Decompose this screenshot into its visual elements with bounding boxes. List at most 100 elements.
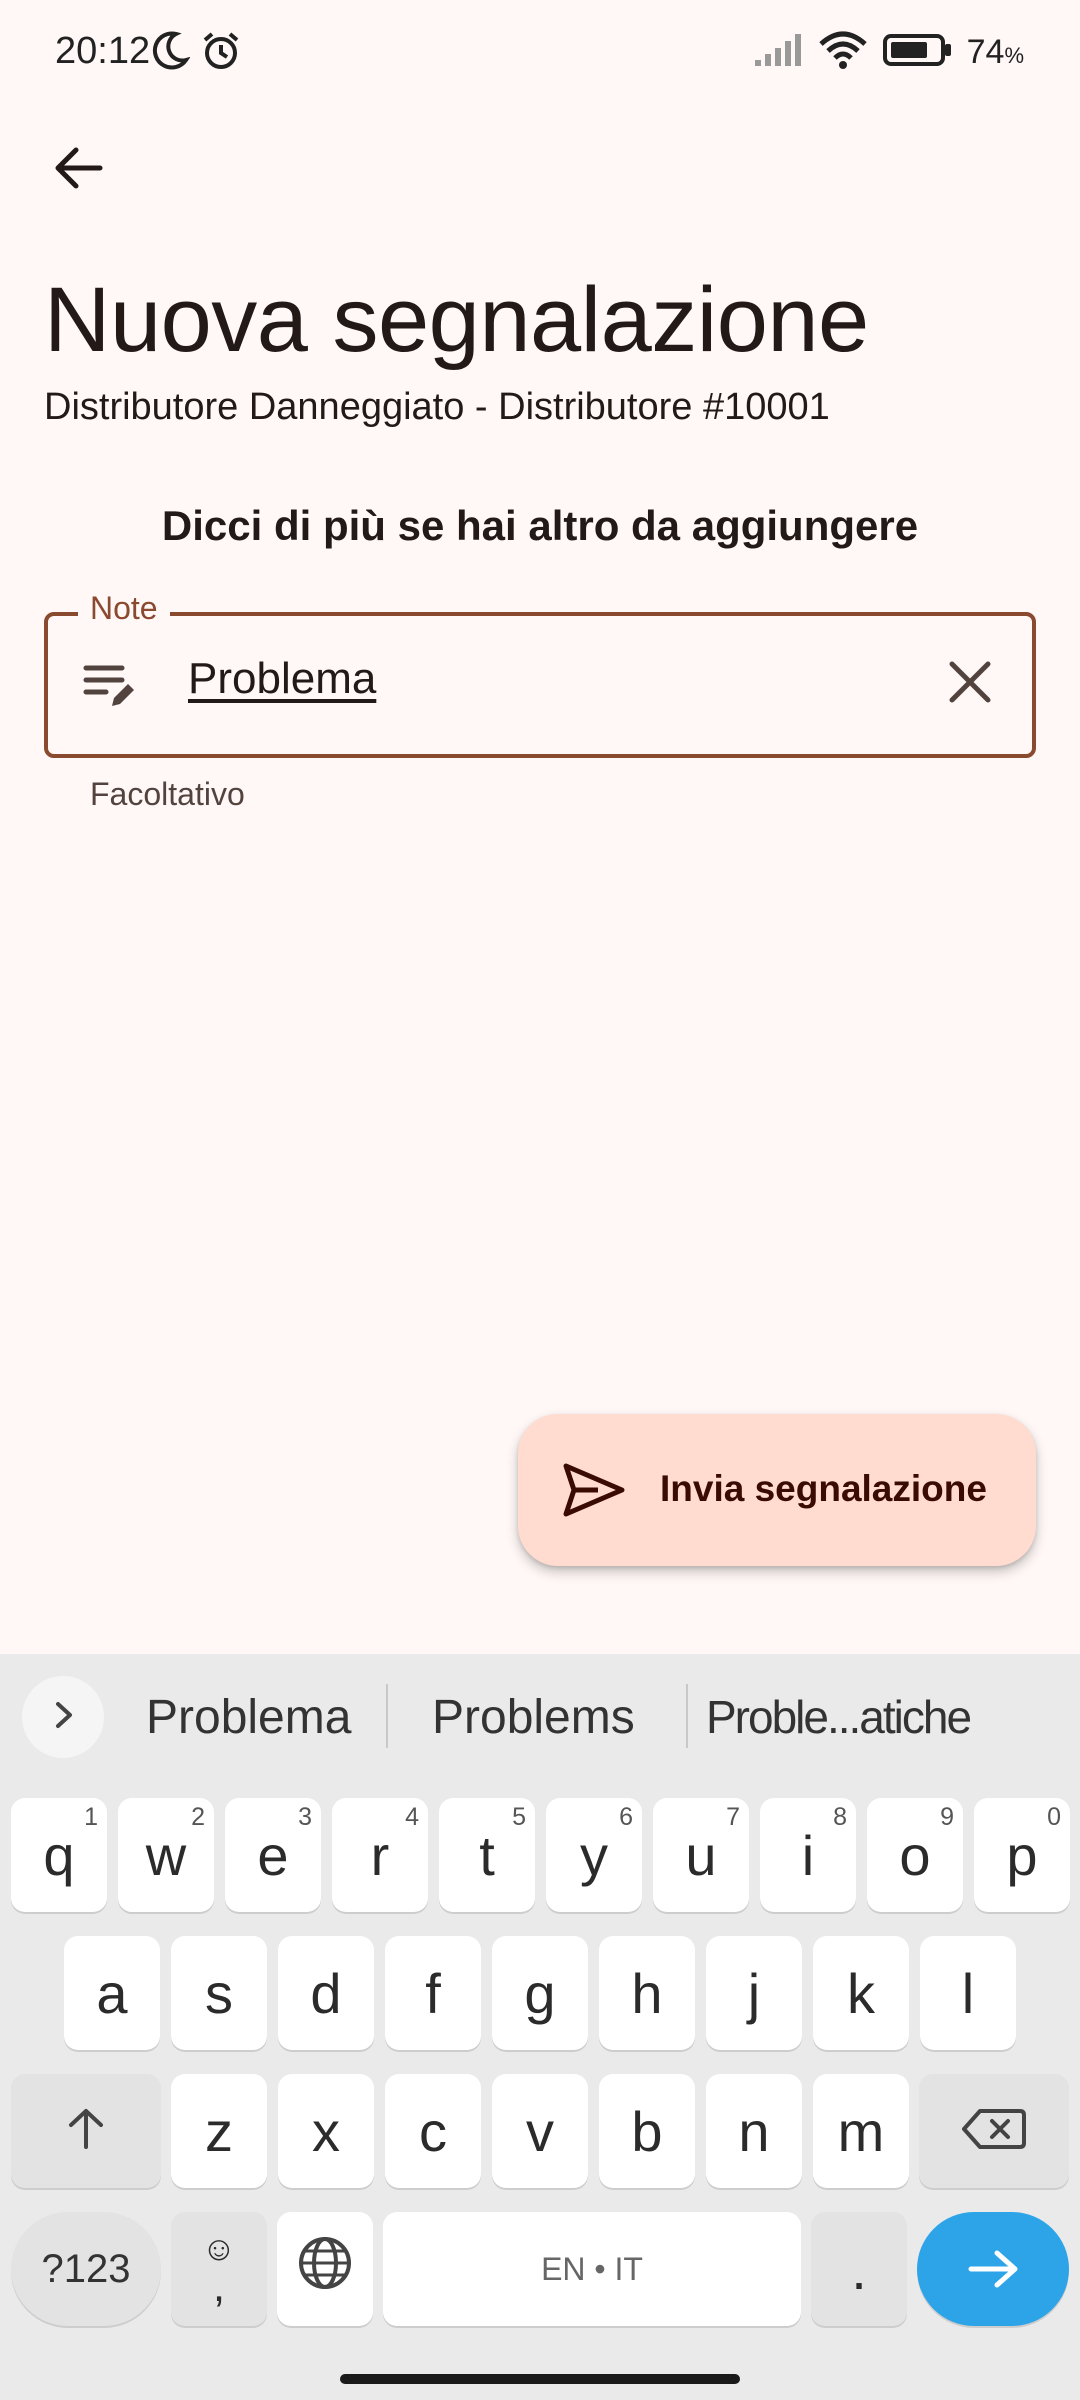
key-label: w: [145, 1823, 187, 1887]
suggestion-bar: Problema Problems Proble...atiche: [0, 1654, 1080, 1774]
key-label: r: [370, 1823, 390, 1887]
key-h[interactable]: h: [599, 1936, 695, 2050]
page-subtitle: Distributore Danneggiato - Distributore …: [44, 386, 830, 428]
battery-percent: 74%: [966, 33, 1024, 71]
key-hint: 2: [191, 1803, 205, 1831]
language-key[interactable]: [277, 2212, 373, 2326]
note-input[interactable]: Problema: [188, 654, 376, 704]
home-indicator[interactable]: [340, 2374, 740, 2384]
backspace-key[interactable]: [919, 2074, 1069, 2188]
key-label: l: [961, 1961, 975, 2025]
key-j[interactable]: j: [706, 1936, 802, 2050]
key-label: o: [899, 1823, 931, 1887]
key-p[interactable]: p0: [974, 1798, 1070, 1912]
key-label: z: [205, 2099, 233, 2163]
key-label: g: [524, 1961, 556, 2025]
period-key[interactable]: .: [811, 2212, 907, 2326]
space-key-label: EN • IT: [541, 2250, 643, 2287]
emoji-comma-key[interactable]: ☺,: [171, 2212, 267, 2326]
key-n[interactable]: n: [706, 2074, 802, 2188]
expand-suggestions-button[interactable]: [22, 1676, 104, 1758]
chevron-right-icon: [48, 1700, 78, 1735]
key-f[interactable]: f: [385, 1936, 481, 2050]
key-t[interactable]: t5: [439, 1798, 535, 1912]
key-d[interactable]: d: [278, 1936, 374, 2050]
key-label: i: [801, 1823, 815, 1887]
key-label: t: [479, 1823, 495, 1887]
soft-keyboard: Problema Problems Proble...atiche q1w2e3…: [0, 1654, 1080, 2400]
key-z[interactable]: z: [171, 2074, 267, 2188]
key-s[interactable]: s: [171, 1936, 267, 2050]
key-label: v: [526, 2099, 554, 2163]
key-y[interactable]: y6: [546, 1798, 642, 1912]
key-label: c: [419, 2099, 447, 2163]
key-e[interactable]: e3: [225, 1798, 321, 1912]
key-w[interactable]: w2: [118, 1798, 214, 1912]
back-button[interactable]: [44, 136, 112, 204]
arrow-right-icon: [967, 2237, 1019, 2302]
edit-note-icon: [82, 658, 138, 714]
enter-key[interactable]: [917, 2212, 1069, 2326]
key-a[interactable]: a: [64, 1936, 160, 2050]
moon-icon: [150, 30, 191, 77]
shift-icon: [63, 2099, 109, 2164]
status-bar: 20:12 74%: [0, 0, 1080, 110]
period-key-label: .: [851, 2237, 867, 2301]
key-label: e: [257, 1823, 289, 1887]
send-report-button[interactable]: Invia segnalazione: [518, 1414, 1036, 1566]
key-o[interactable]: o9: [867, 1798, 963, 1912]
key-label: f: [425, 1961, 441, 2025]
shift-key[interactable]: [11, 2074, 161, 2188]
key-k[interactable]: k: [813, 1936, 909, 2050]
symbols-key[interactable]: ?123: [11, 2212, 161, 2326]
key-label: j: [747, 1961, 761, 2025]
arrow-back-icon: [52, 142, 104, 199]
key-x[interactable]: x: [278, 2074, 374, 2188]
suggestion-3[interactable]: Proble...atiche: [706, 1690, 972, 1744]
key-hint: 9: [940, 1803, 954, 1831]
key-hint: 6: [619, 1803, 633, 1831]
comma-label: ,: [212, 2262, 226, 2311]
key-u[interactable]: u7: [653, 1798, 749, 1912]
close-icon: [948, 660, 992, 709]
key-hint: 1: [84, 1803, 98, 1831]
note-field[interactable]: Note Problema: [44, 590, 1036, 758]
note-supporting-text: Facoltativo: [90, 776, 245, 812]
key-label: q: [43, 1823, 75, 1887]
clear-button[interactable]: [938, 652, 1002, 716]
key-hint: 5: [512, 1803, 526, 1831]
signal-icon: [753, 32, 803, 73]
key-label: p: [1006, 1823, 1038, 1887]
screen: 20:12 74% Nuova segnalazione Distributor…: [0, 0, 1080, 2400]
status-time: 20:12: [55, 30, 151, 72]
key-b[interactable]: b: [599, 2074, 695, 2188]
key-hint: 7: [726, 1803, 740, 1831]
send-report-label: Invia segnalazione: [660, 1468, 987, 1509]
wifi-icon: [817, 30, 869, 75]
suggestion-1[interactable]: Problema: [146, 1690, 351, 1745]
send-icon: [562, 1458, 626, 1522]
key-c[interactable]: c: [385, 2074, 481, 2188]
key-label: b: [631, 2099, 663, 2163]
space-key[interactable]: EN • IT: [383, 2212, 801, 2326]
key-m[interactable]: m: [813, 2074, 909, 2188]
key-label: x: [312, 2099, 340, 2163]
key-q[interactable]: q1: [11, 1798, 107, 1912]
key-label: h: [631, 1961, 663, 2025]
key-label: a: [96, 1961, 128, 2025]
globe-icon: [297, 2235, 353, 2304]
key-l[interactable]: l: [920, 1936, 1016, 2050]
key-hint: 8: [833, 1803, 847, 1831]
key-v[interactable]: v: [492, 2074, 588, 2188]
key-r[interactable]: r4: [332, 1798, 428, 1912]
key-label: d: [310, 1961, 342, 2025]
key-hint: 3: [298, 1803, 312, 1831]
key-label: y: [580, 1823, 608, 1887]
suggestion-2[interactable]: Problems: [432, 1690, 635, 1745]
key-label: u: [685, 1823, 717, 1887]
key-g[interactable]: g: [492, 1936, 588, 2050]
note-field-label: Note: [78, 590, 170, 627]
alarm-icon: [200, 30, 242, 77]
backspace-icon: [962, 2099, 1026, 2164]
key-i[interactable]: i8: [760, 1798, 856, 1912]
